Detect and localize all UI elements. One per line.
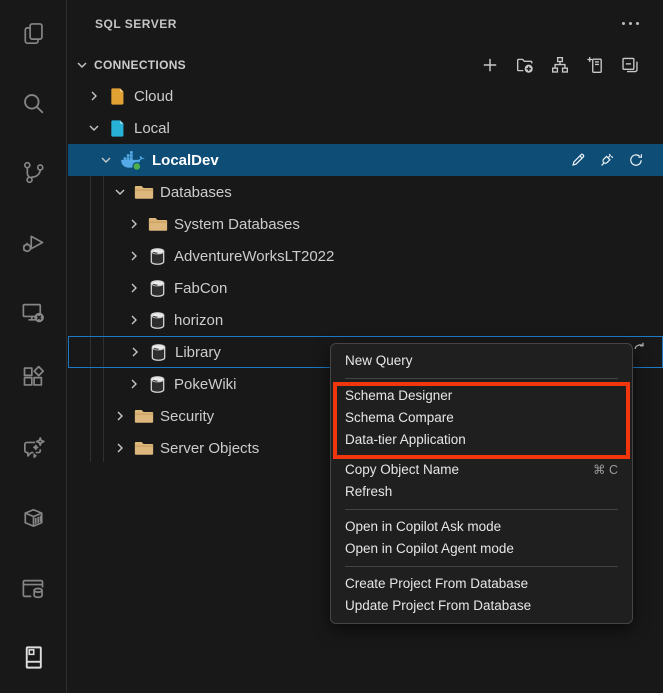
database-projects-icon[interactable]	[16, 571, 50, 605]
connection-group-icon	[108, 118, 128, 138]
menu-item-keybinding: ⌘ C	[593, 459, 618, 481]
tree-row-label: Security	[160, 408, 214, 425]
chevron-right-icon[interactable]	[126, 312, 142, 328]
tree-row-label: Cloud	[134, 88, 173, 105]
tree-row-label: horizon	[174, 312, 223, 329]
tree-row-label: PokeWiki	[174, 376, 237, 393]
add-connection-icon[interactable]	[481, 56, 499, 74]
chevron-right-icon[interactable]	[112, 440, 128, 456]
chevron-down-icon[interactable]	[86, 120, 102, 136]
database-icon	[148, 310, 168, 330]
database-icon	[148, 374, 168, 394]
menu-separator	[345, 566, 618, 567]
menu-item-label: Update Project From Database	[345, 595, 531, 617]
explorer-files-icon[interactable]	[16, 16, 50, 50]
tree-row-fabcon[interactable]: FabCon	[68, 272, 663, 304]
docker-whale-icon	[120, 150, 146, 170]
tree-row-label: Databases	[160, 184, 232, 201]
menu-item-new-query[interactable]: New Query	[331, 350, 632, 372]
menu-item-refresh[interactable]: Refresh	[331, 481, 632, 503]
chevron-right-icon[interactable]	[127, 344, 143, 360]
disconnect-icon[interactable]	[599, 152, 615, 168]
tree-row-system-databases[interactable]: System Databases	[68, 208, 663, 240]
folder-icon	[134, 406, 154, 426]
menu-group-gap	[331, 451, 632, 459]
menu-item-schema-compare[interactable]: Schema Compare	[331, 407, 632, 429]
section-title: CONNECTIONS	[94, 58, 186, 72]
tree-row-databases[interactable]: Databases	[68, 176, 663, 208]
chevron-down-icon[interactable]	[74, 57, 90, 73]
database-icon	[148, 246, 168, 266]
more-actions-icon[interactable]	[622, 22, 639, 25]
connect-hierarchy-icon[interactable]	[551, 56, 569, 74]
tree-row-label: Server Objects	[160, 440, 259, 457]
menu-item-open-copilot-agent[interactable]: Open in Copilot Agent mode	[331, 538, 632, 560]
chevron-right-icon[interactable]	[126, 376, 142, 392]
remote-explorer-icon[interactable]	[16, 295, 50, 329]
panel-header: SQL SERVER	[68, 0, 663, 48]
menu-item-label: Refresh	[345, 481, 392, 503]
menu-item-label: Open in Copilot Ask mode	[345, 516, 501, 538]
tree-row-label: LocalDev	[152, 152, 219, 169]
copilot-chat-icon[interactable]	[16, 430, 50, 464]
chevron-down-icon[interactable]	[98, 152, 114, 168]
menu-separator	[345, 378, 618, 379]
menu-item-label: Create Project From Database	[345, 573, 528, 595]
run-and-debug-icon[interactable]	[16, 225, 50, 259]
connection-group-icon	[108, 86, 128, 106]
menu-item-update-project-from-database[interactable]: Update Project From Database	[331, 595, 632, 617]
tree-row-label: Library	[175, 344, 221, 361]
chevron-right-icon[interactable]	[126, 280, 142, 296]
menu-item-copy-object-name[interactable]: Copy Object Name ⌘ C	[331, 459, 632, 481]
tree-row-label: FabCon	[174, 280, 227, 297]
containers-icon[interactable]	[16, 501, 50, 535]
menu-item-label: Schema Compare	[345, 407, 454, 429]
tree-row-localdev[interactable]: LocalDev	[68, 144, 663, 176]
chevron-right-icon[interactable]	[112, 408, 128, 424]
refresh-icon[interactable]	[628, 152, 644, 168]
menu-item-open-copilot-ask[interactable]: Open in Copilot Ask mode	[331, 516, 632, 538]
edit-connection-icon[interactable]	[570, 152, 586, 168]
menu-item-label: Schema Designer	[345, 385, 452, 407]
tree-row-cloud[interactable]: Cloud	[68, 80, 663, 112]
extensions-icon[interactable]	[16, 359, 50, 393]
new-connection-group-icon[interactable]	[516, 56, 534, 74]
panel-title: SQL SERVER	[95, 17, 177, 31]
database-icon	[149, 342, 169, 362]
tree-row-horizon[interactable]: horizon	[68, 304, 663, 336]
database-icon	[148, 278, 168, 298]
tree-row-label: System Databases	[174, 216, 300, 233]
connections-toolbar	[481, 56, 663, 74]
row-actions	[570, 144, 644, 176]
context-menu: New Query Schema Designer Schema Compare…	[330, 343, 633, 624]
folder-icon	[134, 182, 154, 202]
chevron-right-icon[interactable]	[86, 88, 102, 104]
tree-row-label: Local	[134, 120, 170, 137]
folder-icon	[148, 214, 168, 234]
chevron-right-icon[interactable]	[126, 216, 142, 232]
menu-item-label: Copy Object Name	[345, 459, 459, 481]
menu-item-label: Data-tier Application	[345, 429, 466, 451]
menu-item-data-tier-application[interactable]: Data-tier Application	[331, 429, 632, 451]
tree-row-local[interactable]: Local	[68, 112, 663, 144]
chevron-right-icon[interactable]	[126, 248, 142, 264]
tree-row-label: AdventureWorksLT2022	[174, 248, 334, 265]
menu-item-label: Open in Copilot Agent mode	[345, 538, 514, 560]
menu-item-create-project-from-database[interactable]: Create Project From Database	[331, 573, 632, 595]
menu-separator	[345, 509, 618, 510]
chevron-down-icon[interactable]	[112, 184, 128, 200]
source-control-icon[interactable]	[16, 155, 50, 189]
menu-item-schema-designer[interactable]: Schema Designer	[331, 385, 632, 407]
folder-icon	[134, 438, 154, 458]
obscured-row-action-icon	[633, 341, 645, 353]
collapse-all-icon[interactable]	[621, 56, 639, 74]
menu-item-label: New Query	[345, 350, 413, 372]
tree-row-adventureworkslt2022[interactable]: AdventureWorksLT2022	[68, 240, 663, 272]
activity-bar	[0, 0, 67, 693]
sql-server-view-icon[interactable]	[16, 640, 50, 674]
connections-section-header[interactable]: CONNECTIONS	[68, 50, 663, 80]
search-icon[interactable]	[16, 86, 50, 120]
add-server-icon[interactable]	[586, 56, 604, 74]
